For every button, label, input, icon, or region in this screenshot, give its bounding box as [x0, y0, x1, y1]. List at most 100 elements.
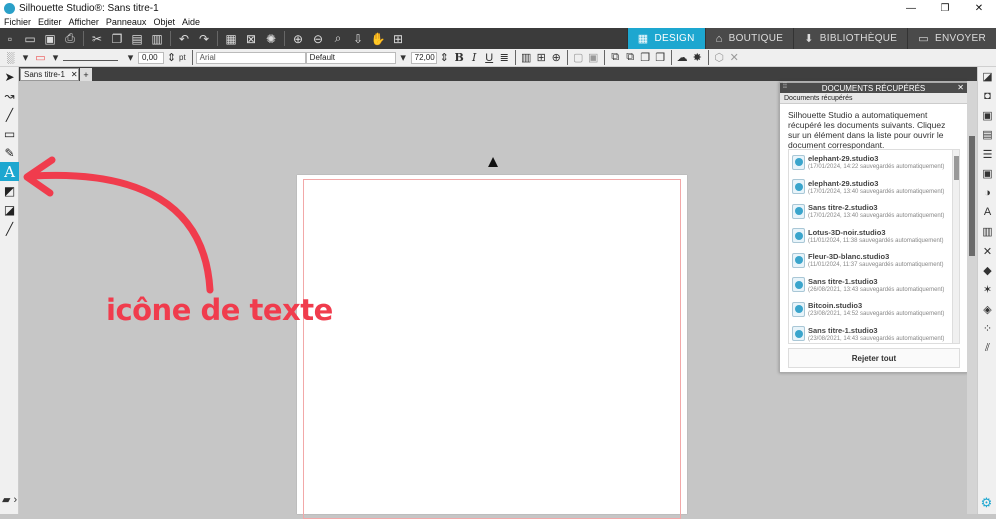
chevron-down-icon[interactable]: ▾	[18, 50, 33, 65]
fill-color-icon[interactable]: ◑	[978, 183, 996, 202]
bring-front-icon[interactable]: ❐	[638, 50, 653, 65]
hand-icon[interactable]: ✋	[369, 30, 387, 48]
list-scrollbar[interactable]	[952, 150, 959, 343]
grid-panel-icon[interactable]: ☰	[978, 145, 996, 164]
delete-icon[interactable]: ▥	[148, 30, 166, 48]
bold-icon[interactable]: B	[452, 50, 467, 65]
list-item[interactable]: Sans titre-2.studio3 (17/01/2024, 13:40 s…	[789, 199, 959, 224]
chevron-down-icon[interactable]: ▾	[123, 50, 138, 65]
page-setup-icon[interactable]: ◪	[978, 67, 996, 86]
cutting-page[interactable]	[297, 175, 687, 519]
point-edit-tool-icon[interactable]: ↝	[0, 86, 19, 105]
close-tab-icon[interactable]: ✕	[71, 70, 78, 79]
offset-panel-icon[interactable]: ✶	[978, 280, 996, 299]
menu-afficher[interactable]: Afficher	[69, 17, 99, 27]
ungroup-icon[interactable]: ▣	[586, 50, 601, 65]
new-document-icon[interactable]: ▫	[1, 30, 19, 48]
pan-down-icon[interactable]: ⇩	[349, 30, 367, 48]
scrollbar-thumb[interactable]	[954, 156, 959, 180]
select-tool-icon[interactable]: ➤	[0, 67, 19, 86]
fit-page-icon[interactable]: ⊞	[389, 30, 407, 48]
zoom-in-icon[interactable]: ⊕	[289, 30, 307, 48]
menu-editer[interactable]: Editer	[38, 17, 62, 27]
italic-icon[interactable]: I	[467, 50, 482, 65]
undo-icon[interactable]: ↶	[175, 30, 193, 48]
cut-icon[interactable]: ✂	[88, 30, 106, 48]
center-icon[interactable]: ⊞	[534, 50, 549, 65]
gear-icon[interactable]: ⚙	[977, 493, 996, 512]
text-tool-icon[interactable]: A	[0, 162, 19, 181]
copy-icon[interactable]: ❐	[108, 30, 126, 48]
paste-icon[interactable]: ▤	[128, 30, 146, 48]
sketch-icon[interactable]: ⁘	[978, 319, 996, 338]
knife-tool-icon[interactable]: ╱	[0, 219, 19, 238]
modify-icon[interactable]: ◆	[978, 261, 996, 280]
canvas-scrollbar[interactable]	[967, 81, 977, 514]
line-width-input[interactable]: 0,00	[138, 51, 164, 64]
underline-icon[interactable]: U	[482, 50, 497, 65]
align-objects-icon[interactable]: ▥	[519, 50, 534, 65]
zoom-out-icon[interactable]: ⊖	[309, 30, 327, 48]
list-item[interactable]: Sans titre-1.studio3 (26/08/2021, 13:43 s…	[789, 273, 959, 298]
send-back-icon[interactable]: ❐	[653, 50, 668, 65]
list-item[interactable]: Sans titre-1.studio3 (23/08/2021, 14:43 s…	[789, 322, 959, 344]
stepper-icon[interactable]: ⇕	[437, 50, 452, 65]
font-style-select[interactable]: Default	[305, 51, 396, 64]
eraser-tool-icon[interactable]: ◪	[0, 200, 19, 219]
zoom-select-icon[interactable]: ⌕	[329, 30, 347, 48]
rectangle-tool-icon[interactable]: ▭	[0, 124, 19, 143]
close-button[interactable]: ✕	[962, 0, 996, 16]
bring-forward-icon[interactable]: ⧉	[608, 50, 623, 65]
font-family-input[interactable]: Arial	[195, 51, 306, 64]
chevron-down-icon[interactable]: ▾	[396, 50, 411, 65]
line-tool-icon[interactable]: ╱	[0, 105, 19, 124]
menu-panneaux[interactable]: Panneaux	[106, 17, 147, 27]
tab-boutique[interactable]: ⌂ BOUTIQUE	[704, 28, 794, 49]
library-toggle-icon[interactable]: ▰ ›	[2, 490, 26, 508]
select-by-color-icon[interactable]: ✺	[262, 30, 280, 48]
panel-grip-icon[interactable]: ⁞⁞	[783, 83, 787, 90]
menu-objet[interactable]: Objet	[153, 17, 175, 27]
maximize-button[interactable]: ❐	[928, 0, 962, 16]
tab-design[interactable]: ▦ DESIGN	[626, 28, 705, 49]
text-style-icon[interactable]: A	[978, 203, 996, 222]
close-x-icon[interactable]: ✕	[727, 50, 742, 65]
stepper-icon[interactable]: ⇕	[164, 50, 179, 65]
crosshair-icon[interactable]: ⊕	[549, 50, 564, 65]
group-icon[interactable]: ▢	[571, 50, 586, 65]
open-folder-icon[interactable]: ▭	[21, 30, 39, 48]
scrollbar-thumb[interactable]	[969, 136, 975, 256]
font-size-input[interactable]: 72,00	[410, 51, 437, 64]
send-backward-icon[interactable]: ⧉	[623, 50, 638, 65]
offset-icon[interactable]: ✸	[690, 50, 705, 65]
save-icon[interactable]: ▣	[41, 30, 59, 48]
reject-all-button[interactable]: Rejeter tout	[788, 348, 960, 368]
align-icon[interactable]: ≣	[497, 50, 512, 65]
minimize-button[interactable]: —	[894, 0, 928, 16]
fill-tool-icon[interactable]: ◩	[0, 181, 19, 200]
panel-close-icon[interactable]: ✕	[957, 83, 964, 92]
list-item[interactable]: Bitcoin.studio3 (23/08/2021, 14:52 sauveg…	[789, 297, 959, 322]
document-tab[interactable]: Sans titre-1 ✕	[20, 68, 79, 81]
transform-icon[interactable]: ✕	[978, 242, 996, 261]
weld-icon[interactable]: ☁	[675, 50, 690, 65]
recovered-docs-icon[interactable]: ▣	[978, 164, 996, 183]
align-panel-icon[interactable]: ▥	[978, 222, 996, 241]
list-item[interactable]: Fleur-3D-blanc.studio3 (11/01/2024, 11:37…	[789, 248, 959, 273]
select-all-icon[interactable]: ▦	[222, 30, 240, 48]
redo-icon[interactable]: ↷	[195, 30, 213, 48]
replicate-icon[interactable]: ⬡	[712, 50, 727, 65]
menu-fichier[interactable]: Fichier	[4, 17, 31, 27]
line-style-select[interactable]	[63, 54, 118, 61]
pixscan-icon[interactable]: ▣	[978, 106, 996, 125]
registration-marks-icon[interactable]: ▤	[978, 125, 996, 144]
list-item[interactable]: elephant-29.studio3 (17/01/2024, 13:40 sa…	[789, 175, 959, 200]
layers-icon[interactable]: ⫽	[978, 338, 996, 357]
chevron-down-icon[interactable]: ▾	[48, 50, 63, 65]
tab-bibliotheque[interactable]: ⬇ BIBLIOTHÈQUE	[793, 28, 908, 49]
list-item[interactable]: Lotus-3D-noir.studio3 (11/01/2024, 11:38 …	[789, 224, 959, 249]
line-color-icon[interactable]: ▭	[33, 50, 48, 65]
deselect-icon[interactable]: ⊠	[242, 30, 260, 48]
print-icon[interactable]: ⎙	[61, 30, 79, 48]
add-tab-button[interactable]: +	[80, 68, 92, 81]
